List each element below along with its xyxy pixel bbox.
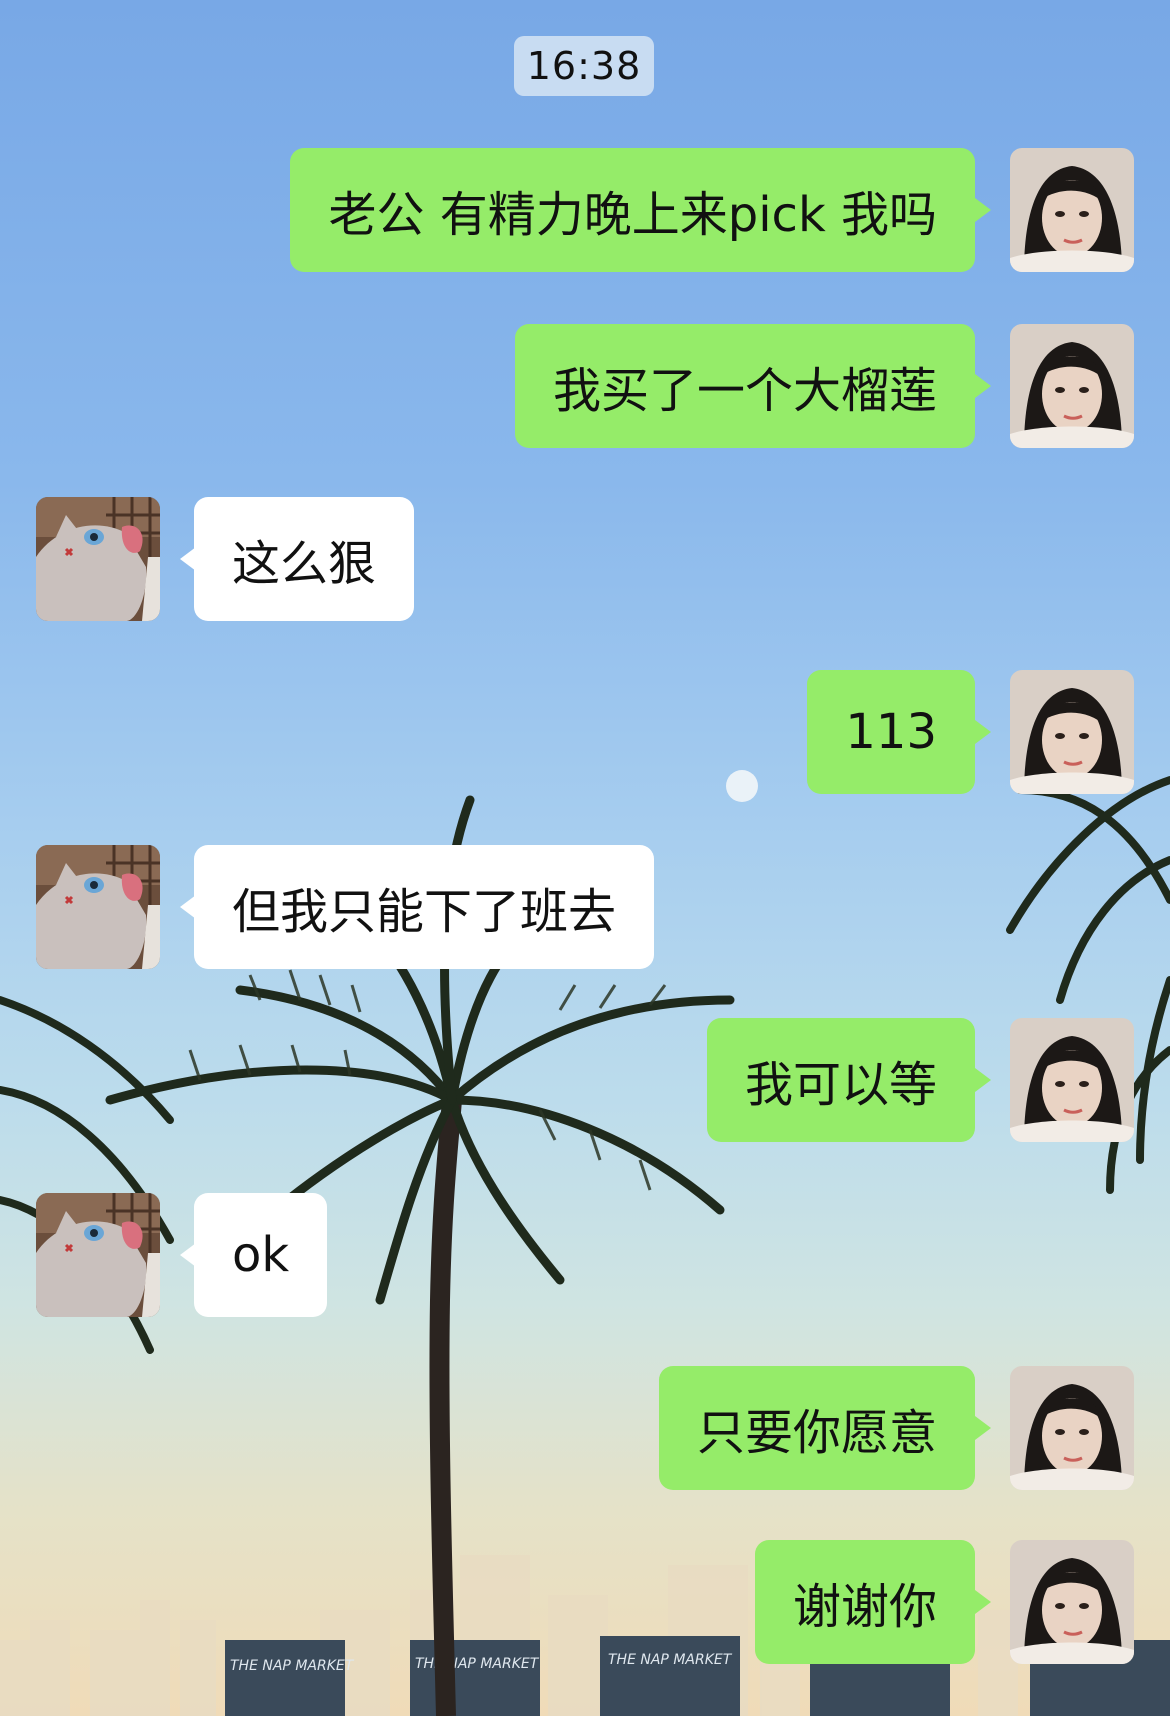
my-avatar[interactable] [1010, 1018, 1134, 1142]
received-message-bubble[interactable]: 这么狠 [194, 497, 415, 621]
sent-message-bubble[interactable]: 老公 有精力晚上来pick 我吗 [290, 148, 975, 272]
sent-message-bubble[interactable]: 113 [807, 670, 975, 794]
sent-message-bubble[interactable]: 谢谢你 [754, 1540, 975, 1664]
my-avatar[interactable] [1010, 1366, 1134, 1490]
message-row-sent: 113 [0, 670, 1170, 794]
contact-avatar[interactable] [36, 1193, 160, 1317]
message-row-received: 这么狠 [0, 497, 1170, 621]
message-row-sent: 我买了一个大榴莲 [0, 324, 1170, 448]
message-row-received: 但我只能下了班去 [0, 845, 1170, 969]
bubble-tail [975, 1590, 991, 1614]
my-avatar[interactable] [1010, 670, 1134, 794]
received-message-bubble[interactable]: ok [194, 1193, 328, 1317]
my-avatar[interactable] [1010, 324, 1134, 448]
contact-avatar[interactable] [36, 845, 160, 969]
message-row-sent: 老公 有精力晚上来pick 我吗 [0, 148, 1170, 272]
message-row-sent: 谢谢你 [0, 1540, 1170, 1664]
message-row-sent: 我可以等 [0, 1018, 1170, 1142]
bubble-tail [975, 1416, 991, 1440]
my-avatar[interactable] [1010, 148, 1134, 272]
bubble-tail [975, 1068, 991, 1092]
sent-message-bubble[interactable]: 我买了一个大榴莲 [514, 324, 975, 448]
bubble-tail [975, 198, 991, 222]
chat-message-list[interactable]: 16:38 老公 有精力晚上来pick 我吗 我买了一个大榴莲 这么狠 113 … [0, 0, 1170, 1716]
bubble-tail [975, 720, 991, 744]
message-row-received: ok [0, 1193, 1170, 1317]
sent-message-bubble[interactable]: 我可以等 [706, 1018, 975, 1142]
bubble-tail [975, 374, 991, 398]
received-message-bubble[interactable]: 但我只能下了班去 [194, 845, 655, 969]
message-timestamp: 16:38 [514, 36, 654, 96]
message-row-sent: 只要你愿意 [0, 1366, 1170, 1490]
contact-avatar[interactable] [36, 497, 160, 621]
my-avatar[interactable] [1010, 1540, 1134, 1664]
sent-message-bubble[interactable]: 只要你愿意 [658, 1366, 975, 1490]
